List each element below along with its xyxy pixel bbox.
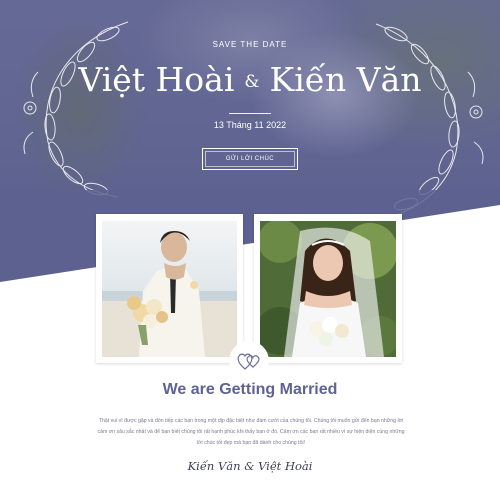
hearts-badge — [229, 341, 269, 381]
couple-signature: Kiến Văn & Việt Hoài — [187, 459, 313, 473]
wedding-date: 13 Tháng 11 2022 — [213, 120, 287, 130]
ampersand: & — [244, 72, 260, 92]
couple-names: Việt Hoài & Kiến Văn — [0, 60, 500, 102]
bride-photo-icon — [260, 221, 396, 357]
hero-banner: SAVE THE DATE Việt Hoài & Kiến Văn 13 Thán… — [0, 0, 500, 282]
groom-photo-frame — [96, 214, 243, 363]
title-divider — [229, 113, 271, 114]
save-the-date-label: SAVE THE DATE — [212, 40, 288, 49]
send-wishes-button[interactable]: GỬI LỜI CHÚC — [202, 148, 298, 170]
hearts-icon — [237, 353, 260, 370]
welcome-paragraph: Thật vui vì được gặp và đón tiếp các bạn… — [97, 418, 405, 446]
name-left: Việt Hoài — [78, 60, 235, 99]
groom-photo — [102, 221, 237, 357]
section-title: We are Getting Married — [162, 381, 338, 398]
bride-photo-frame — [254, 214, 402, 363]
bride-photo — [260, 221, 396, 357]
groom-photo-icon — [102, 221, 237, 357]
name-right: Kiến Văn — [269, 60, 422, 99]
